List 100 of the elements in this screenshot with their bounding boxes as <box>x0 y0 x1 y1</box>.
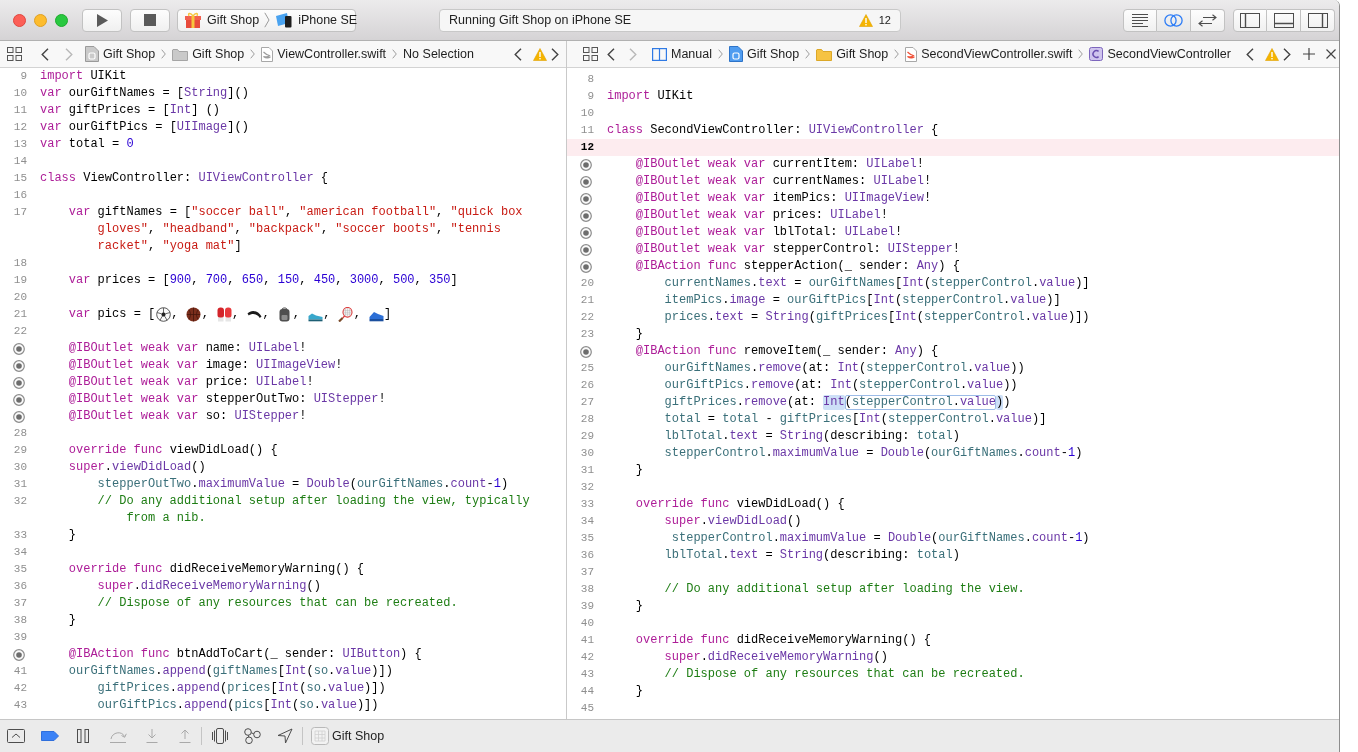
code-line: @IBOutlet weak var stepperControl: UIStepper! <box>635 241 960 258</box>
chevron-left-icon[interactable] <box>1246 47 1254 61</box>
path-item[interactable]: Manual <box>652 47 712 61</box>
code-line: } <box>635 598 643 615</box>
code-line: override func viewDidLoad() { <box>68 442 278 459</box>
boxing-gloves-icon <box>216 307 232 322</box>
code-line: var giftNames = ["soccer ball", "american football", "quick box gloves", "headband", "backpack", "soccer boots", "tennis racket", "yoga mat"] <box>68 204 523 255</box>
code-line: } <box>635 462 643 479</box>
bottom-panel-icon <box>1273 12 1294 28</box>
line-number: 39 <box>13 630 27 645</box>
chevron-right-icon[interactable] <box>551 47 559 61</box>
code-line: // Dispose of any resources that can be recreated. <box>664 666 1025 683</box>
soccer-ball-icon <box>155 307 171 322</box>
path-item[interactable]: Gift Shop <box>172 47 245 61</box>
chevron-left-icon[interactable] <box>607 47 615 61</box>
version-editor-button[interactable] <box>1191 8 1225 32</box>
node-graph-icon[interactable] <box>244 728 261 744</box>
chevron-left-icon[interactable] <box>514 47 522 61</box>
close-icon[interactable] <box>1326 49 1336 59</box>
frame-brackets-icon[interactable] <box>212 728 228 744</box>
grid-icon[interactable] <box>583 47 598 61</box>
panel-toggle-icon[interactable] <box>7 729 25 743</box>
utilities-button[interactable] <box>1301 8 1335 32</box>
chevron-right-icon[interactable] <box>1283 47 1291 61</box>
line-number: 23 <box>580 327 594 342</box>
line-number: 10 <box>13 86 27 101</box>
device-icon <box>275 12 293 28</box>
backpack-icon <box>277 307 293 322</box>
code-line: @IBAction func btnAddToCart(_ sender: UIButton) { <box>68 646 422 663</box>
line-number: 40 <box>580 616 594 631</box>
line-number: 43 <box>13 698 27 713</box>
path-item[interactable]: No Selection <box>403 47 474 61</box>
code-line: override func didReceiveMemoryWarning() { <box>635 632 932 649</box>
line-number: 16 <box>13 188 27 203</box>
grid-icon[interactable] <box>7 47 22 61</box>
scheme-button[interactable]: Gift Shop <box>185 12 260 28</box>
highlighted-text: ) <box>995 395 1004 410</box>
line-number: 26 <box>580 378 594 393</box>
code-line: lblTotal.text = String(describing: total) <box>664 428 960 445</box>
chevron-icon <box>805 49 811 59</box>
close-button[interactable] <box>13 13 26 27</box>
chevron-left-icon[interactable] <box>41 47 49 61</box>
line-number: 13 <box>13 137 27 152</box>
highlighted-text: Int <box>823 395 845 410</box>
line-number: 31 <box>580 463 594 478</box>
path-item[interactable]: Gift Shop <box>85 46 156 62</box>
code-line: total = total - giftPrices[Int(stepperControl.value)] <box>664 411 1047 428</box>
app-placeholder-icon <box>311 727 329 745</box>
breakpoint-icon[interactable] <box>41 731 59 741</box>
line-number: 37 <box>580 565 594 580</box>
path-item[interactable]: SecondViewController.swift <box>905 46 1073 62</box>
line-number: 41 <box>13 664 27 679</box>
navigator-button[interactable] <box>1233 8 1267 32</box>
ring-dot-icon <box>13 410 25 423</box>
line-number: 34 <box>13 545 27 560</box>
code-line: @IBOutlet weak var stepperOutTwo: UIStepper! <box>68 391 386 408</box>
chevron-icon <box>161 49 167 59</box>
gift-icon <box>185 12 201 28</box>
line-number: 30 <box>13 460 27 475</box>
stop-button[interactable] <box>130 8 170 32</box>
line-number: 9 <box>20 69 27 84</box>
line-number: 17 <box>13 205 27 220</box>
code-line: currentNames.text = ourGiftNames[Int(stepperControl.value)] <box>664 275 1090 292</box>
path-item[interactable]: Gift Shop <box>816 47 889 61</box>
play-icon <box>96 13 108 27</box>
line-number: 21 <box>580 293 594 308</box>
code-text: , <box>262 307 271 322</box>
line-number: 29 <box>13 443 27 458</box>
path-item[interactable]: Gift Shop <box>729 46 800 62</box>
pause-icon[interactable] <box>77 729 89 743</box>
stop-icon <box>144 14 156 26</box>
code-line: super.viewDidLoad() <box>664 513 802 530</box>
code-line: @IBOutlet weak var currentNames: UILabel! <box>635 173 932 190</box>
run-button[interactable] <box>82 8 122 32</box>
code-text: , <box>232 307 241 322</box>
line-number: 37 <box>13 596 27 611</box>
tennis-racket-icon <box>338 307 354 322</box>
ring-dot-icon <box>13 376 25 389</box>
code-line: @IBOutlet weak var lblTotal: UILabel! <box>635 224 903 241</box>
code-text: giftPrices.remove(at: <box>664 395 817 410</box>
path-item[interactable]: SecondViewController <box>1089 47 1231 61</box>
path-item[interactable]: ViewController.swift <box>261 46 387 62</box>
line-number: 35 <box>13 562 27 577</box>
code-text: , <box>171 307 180 322</box>
process-button[interactable]: Gift Shop <box>311 727 385 745</box>
destination-button[interactable]: iPhone SE <box>275 12 358 28</box>
line-number: 10 <box>580 106 594 121</box>
plus-icon[interactable] <box>1303 48 1315 60</box>
code-text: ] <box>384 307 392 322</box>
debug-area-button[interactable] <box>1267 8 1301 32</box>
code-line: var prices = [900, 700, 650, 150, 450, 3000, 500, 350] <box>68 272 458 289</box>
code-line: super.didReceiveMemoryWarning() <box>97 578 321 595</box>
standard-editor-button[interactable] <box>1123 8 1157 32</box>
chevron-icon <box>264 12 271 28</box>
code-line: ourGiftPics.append(pics[Int(so.value)]) <box>97 697 379 714</box>
code-line: @IBOutlet weak var image: UIImageView! <box>68 357 343 374</box>
line-number: 21 <box>13 307 27 322</box>
location-arrow-icon[interactable] <box>277 728 293 744</box>
chevron-icon <box>392 49 398 59</box>
code-line: ourGiftNames.append(giftNames[Int(so.value)]) <box>68 663 393 680</box>
